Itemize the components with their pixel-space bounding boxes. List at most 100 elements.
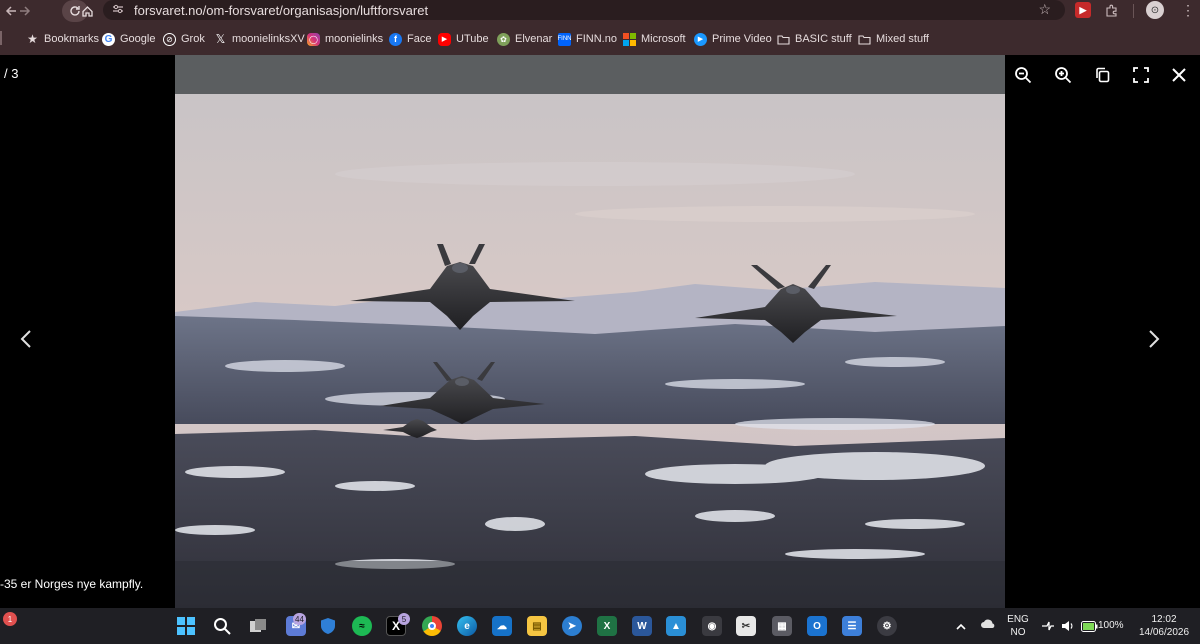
bookmark-label: FINN.no [576, 33, 617, 45]
bookmark-utube[interactable]: ▶ UTube [438, 31, 489, 47]
outlook-icon[interactable]: O [807, 616, 827, 636]
bookmark-microsoft[interactable]: Microsoft [623, 31, 686, 47]
bookmarks-bar: ★ Bookmarks G Google ⊘ Grok 𝕏 moonielink… [0, 22, 1200, 55]
google-icon: G [102, 32, 115, 46]
bookmark-star-icon[interactable]: ☆ [1038, 1, 1051, 18]
folder-icon [777, 33, 790, 46]
camera-icon[interactable]: ◉ [702, 616, 722, 636]
bookmark-finn[interactable]: FINN FINN.no [558, 31, 617, 47]
bookmark-bookmarks[interactable]: ★ Bookmarks [26, 31, 99, 47]
notification-badge[interactable]: 1 [3, 612, 17, 626]
profile-avatar[interactable]: ⊙ [1146, 1, 1164, 19]
excel-icon[interactable]: X [597, 616, 617, 636]
battery-icon[interactable] [1081, 619, 1098, 637]
bookmark-google[interactable]: G Google [102, 31, 155, 47]
vpn-app-icon[interactable]: ➤ [562, 616, 582, 636]
kebab-menu-icon[interactable]: ⋮ [1180, 2, 1196, 18]
notepad-icon[interactable]: ☰ [842, 616, 862, 636]
search-button[interactable] [212, 616, 232, 636]
arrow-right-icon [20, 6, 31, 16]
zoom-in-button[interactable] [1052, 65, 1074, 85]
x-app-badge: 5 [398, 613, 410, 625]
youtube-icon: ▶ [438, 32, 451, 46]
spotify-icon[interactable]: ≈ [352, 616, 372, 636]
bookmark-prime-video[interactable]: ▶ Prime Video [694, 31, 772, 47]
bookmark-label: UTube [456, 33, 489, 45]
language-indicator[interactable]: ENG [1006, 614, 1030, 625]
region-indicator[interactable]: NO [1006, 627, 1030, 638]
clock-time[interactable]: 12:02 [1134, 614, 1194, 625]
snipping-tool-icon[interactable]: ✂ [736, 616, 756, 636]
task-view-button[interactable] [248, 616, 268, 636]
bookmark-grok[interactable]: ⊘ Grok [163, 31, 205, 47]
word-icon[interactable]: W [632, 616, 652, 636]
image-lightbox: / 3 -35 er Norges nye kampfly. [0, 55, 1200, 608]
volume-icon[interactable] [1061, 619, 1075, 637]
extension-icon[interactable]: ▶ [1075, 2, 1091, 18]
search-icon [214, 618, 231, 635]
clock-date[interactable]: 14/06/2026 [1134, 627, 1194, 638]
close-icon [1172, 68, 1186, 82]
windows-logo-icon [177, 617, 195, 635]
home-icon [81, 5, 93, 17]
bookmark-label: Face [407, 33, 432, 45]
bookmark-label: moonielinksXV [232, 33, 305, 45]
defender-icon[interactable] [318, 616, 338, 636]
bookmark-folder-mixed-stuff[interactable]: Mixed stuff [858, 31, 929, 47]
file-explorer-icon[interactable]: ▤ [527, 616, 547, 636]
fullscreen-icon [1133, 67, 1149, 83]
mail-badge: 44 [293, 613, 306, 625]
previous-image-button[interactable] [16, 325, 36, 353]
close-lightbox-button[interactable] [1168, 65, 1190, 85]
zoom-out-button[interactable] [1012, 65, 1034, 85]
bookmark-label: Prime Video [712, 33, 772, 45]
bookmark-elvenar[interactable]: ✿ Elvenar [497, 31, 552, 47]
zoom-out-icon [1015, 67, 1032, 84]
bookmark-label: Mixed stuff [876, 33, 929, 45]
home-button[interactable] [76, 0, 98, 22]
bookmark-folder-basic-stuff[interactable]: BASIC stuff [777, 31, 852, 47]
bookmark-label: Google [120, 33, 156, 45]
bookmark-moonielinksxv[interactable]: 𝕏 moonielinksXV [214, 31, 305, 47]
photo-top-band [175, 55, 1005, 94]
start-button[interactable] [176, 616, 196, 636]
site-info-icon[interactable] [112, 4, 126, 17]
photos-icon[interactable]: ▲ [666, 616, 686, 636]
address-bar[interactable]: forsvaret.no/om-forsvaret/organisasjon/l… [103, 0, 1065, 20]
image-counter: / 3 [4, 66, 19, 81]
x-icon: 𝕏 [215, 32, 226, 46]
toolbar-divider [1133, 4, 1134, 18]
instagram-icon: ◯ [307, 32, 320, 46]
copy-icon [1096, 67, 1110, 83]
bookmark-label: Grok [181, 33, 205, 45]
bookmark-label: Microsoft [641, 33, 686, 45]
elvenar-icon: ✿ [497, 32, 510, 46]
settings-gear-icon[interactable]: ⚙ [877, 616, 897, 636]
chevron-right-icon [1149, 330, 1160, 348]
network-icon[interactable] [1041, 619, 1055, 637]
calculator-icon[interactable]: ▦ [772, 616, 792, 636]
task-view-icon [250, 619, 266, 632]
onedrive-cloud-icon[interactable] [980, 616, 996, 634]
forward-button[interactable] [14, 0, 36, 22]
star-icon: ★ [27, 32, 38, 46]
extensions-puzzle-icon[interactable] [1103, 2, 1119, 18]
url-text[interactable]: forsvaret.no/om-forsvaret/organisasjon/l… [134, 3, 428, 18]
bookmark-label: BASIC stuff [795, 33, 852, 45]
bookmarks-divider [0, 31, 2, 45]
tray-overflow-chevron-icon[interactable] [955, 618, 967, 636]
browser-toolbar: forsvaret.no/om-forsvaret/organisasjon/l… [0, 0, 1200, 22]
facebook-icon: f [389, 32, 402, 46]
bookmark-face[interactable]: f Face [389, 31, 431, 47]
fullscreen-button[interactable] [1130, 65, 1152, 85]
bookmark-label: Elvenar [515, 33, 553, 45]
bookmark-moonielinks[interactable]: ◯ moonielinks [307, 31, 383, 47]
folder-icon [858, 33, 871, 46]
copy-image-button[interactable] [1092, 65, 1114, 85]
next-image-button[interactable] [1144, 325, 1164, 353]
chrome-icon[interactable] [422, 616, 442, 636]
edge-icon[interactable]: e [457, 616, 477, 636]
lightbox-photo[interactable] [175, 55, 1005, 608]
photo-caption-band [175, 561, 1005, 608]
onedrive-files-icon[interactable]: ☁ [492, 616, 512, 636]
